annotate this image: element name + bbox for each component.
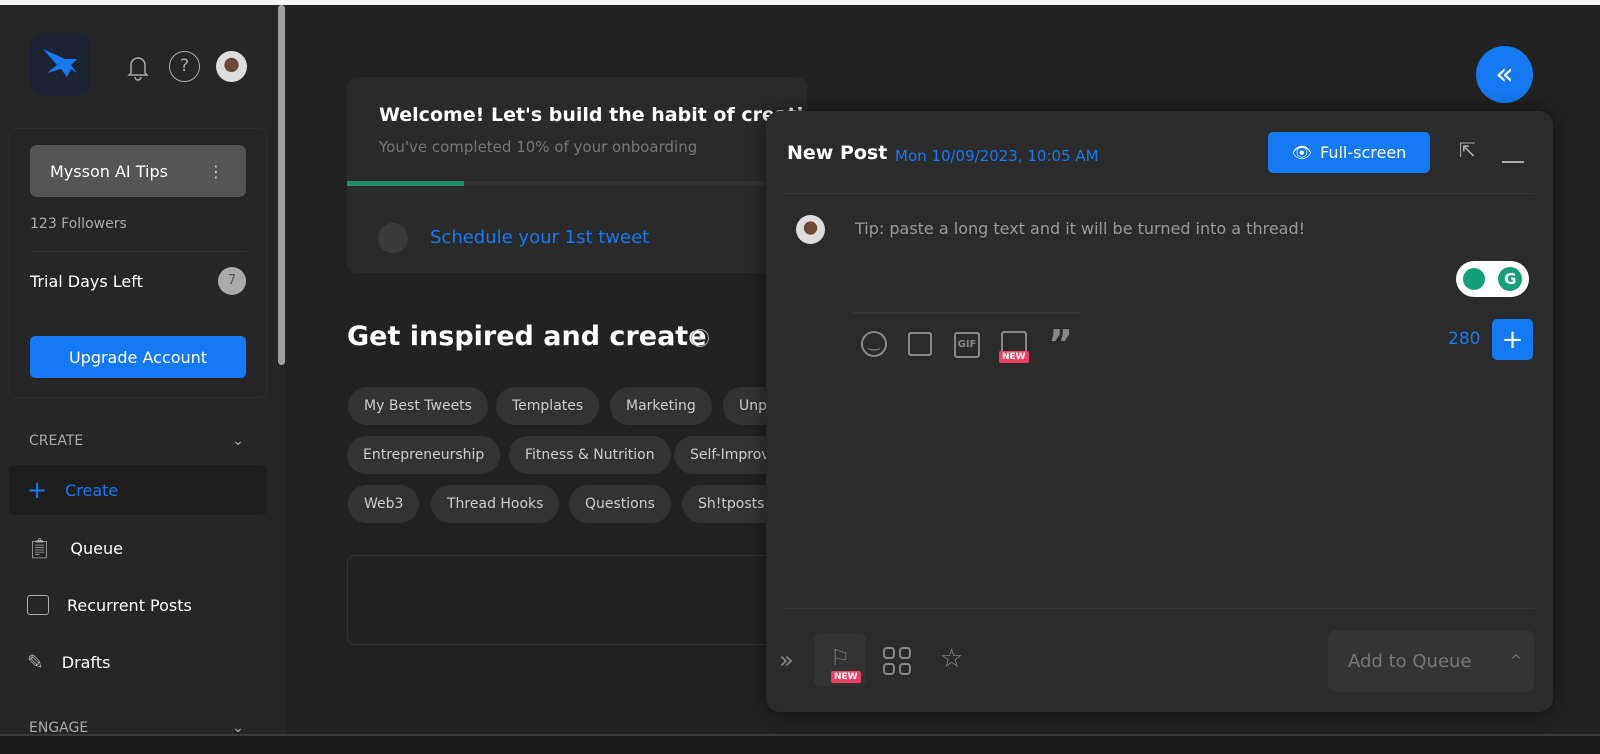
task-checkbox[interactable] xyxy=(378,223,408,253)
lightbulb-icon xyxy=(1462,268,1485,290)
grammarly-icon: G xyxy=(1498,267,1523,291)
category-chip[interactable]: Fitness & Nutrition xyxy=(509,436,671,474)
app-logo[interactable] xyxy=(30,33,91,96)
divider xyxy=(853,312,1081,314)
onboarding-title: Welcome! Let's build the habit of creati xyxy=(379,104,804,126)
category-chip[interactable]: Thread Hooks xyxy=(431,485,560,523)
schedule-tweet-task[interactable]: Schedule your 1st tweet xyxy=(430,227,649,248)
clipboard-check-icon: 📋︎ xyxy=(27,536,53,560)
avatar[interactable] xyxy=(216,51,247,82)
inspire-title: Get inspired and create xyxy=(347,321,707,352)
info-icon[interactable]: i xyxy=(691,329,709,347)
calendar-icon xyxy=(27,595,49,615)
emoji-icon[interactable]: ‿ xyxy=(861,331,887,357)
minimize-icon[interactable] xyxy=(1502,161,1524,163)
gif-icon[interactable]: GIF xyxy=(954,332,980,358)
trial-days-badge: 7 xyxy=(218,267,246,295)
onboarding-progress xyxy=(347,181,807,186)
post-text-input[interactable]: Tip: paste a long text and it will be tu… xyxy=(855,219,1305,238)
content-box xyxy=(347,555,787,645)
eye-icon: 👁︎ xyxy=(1291,143,1312,162)
sidebar-item-label: Queue xyxy=(70,538,123,558)
section-label: CREATE xyxy=(29,433,84,449)
quote-icon[interactable]: ” xyxy=(1048,325,1073,363)
onboarding-subtitle: You've completed 10% of your onboarding xyxy=(379,138,698,156)
sidebar-item-label: Create xyxy=(65,480,119,500)
sidebar-item-create[interactable]: + Create xyxy=(9,465,267,515)
help-icon[interactable]: ? xyxy=(169,51,200,82)
trial-label: Trial Days Left xyxy=(30,272,143,291)
new-badge: NEW xyxy=(999,351,1029,363)
grammarly-widget[interactable]: G xyxy=(1456,261,1529,297)
sidebar-scrollbar[interactable] xyxy=(278,5,285,365)
category-chip[interactable]: My Best Tweets xyxy=(348,387,488,425)
chevrons-right-icon[interactable]: » xyxy=(779,646,794,674)
collapse-panel-button[interactable]: « xyxy=(1476,46,1533,103)
character-count: 280 xyxy=(1448,329,1481,349)
window-bottom-edge xyxy=(0,734,1600,754)
avatar xyxy=(796,215,825,244)
plus-icon: + xyxy=(1501,324,1524,355)
sidebar-item-label: Drafts xyxy=(61,652,111,672)
add-tweet-button[interactable]: + xyxy=(1492,319,1533,360)
bird-logo-icon xyxy=(42,48,77,77)
button-label: Add to Queue xyxy=(1348,650,1472,672)
upgrade-account-button[interactable]: Upgrade Account xyxy=(30,336,246,378)
account-name: Mysson AI Tips xyxy=(50,161,168,181)
star-icon[interactable]: ☆ xyxy=(940,644,963,674)
chevron-up-icon[interactable]: ^ xyxy=(1510,653,1522,669)
panel-title: New Post xyxy=(787,142,888,164)
create-section-toggle[interactable]: CREATE ⌄ xyxy=(29,433,244,449)
edit-icon: ✎ xyxy=(27,650,44,674)
divider xyxy=(784,193,1534,194)
onboarding-card: Welcome! Let's build the habit of creati… xyxy=(347,77,807,273)
pop-out-icon[interactable]: ⇱ xyxy=(1459,138,1476,162)
new-badge: NEW xyxy=(831,671,861,683)
category-chip[interactable]: Entrepreneurship xyxy=(347,436,501,474)
progress-fill xyxy=(347,181,464,186)
category-chip[interactable]: Questions xyxy=(569,485,671,523)
button-label: Full-screen xyxy=(1319,143,1407,162)
sidebar-item-label: Recurrent Posts xyxy=(67,595,192,615)
divider xyxy=(30,251,246,252)
followers-count: 123 Followers xyxy=(30,216,127,232)
divider xyxy=(784,608,1534,609)
plus-icon: + xyxy=(27,476,48,504)
image-icon[interactable] xyxy=(908,332,932,356)
bell-icon[interactable] xyxy=(125,53,151,85)
full-screen-button[interactable]: 👁︎ Full-screen xyxy=(1268,132,1430,173)
sidebar-item-recurrent-posts[interactable]: Recurrent Posts xyxy=(9,580,267,630)
category-chip[interactable]: Web3 xyxy=(348,485,420,523)
add-to-queue-button[interactable]: Add to Queue ^ xyxy=(1328,630,1534,692)
new-post-panel: New Post Mon 10/09/2023, 10:05 AM 👁︎ Full… xyxy=(766,111,1553,712)
sidebar-item-queue[interactable]: 📋︎ Queue xyxy=(9,523,267,573)
chevrons-left-icon: « xyxy=(1495,57,1514,92)
more-vertical-icon[interactable]: ⋮ xyxy=(208,162,224,181)
grid-icon[interactable] xyxy=(883,647,911,675)
sidebar-item-drafts[interactable]: ✎ Drafts xyxy=(9,637,267,687)
chevron-down-icon: ⌄ xyxy=(232,433,244,449)
post-datetime[interactable]: Mon 10/09/2023, 10:05 AM xyxy=(895,147,1099,165)
category-chip[interactable]: Templates xyxy=(496,387,600,425)
category-chip[interactable]: Marketing xyxy=(610,387,712,425)
account-switcher[interactable]: Mysson AI Tips ⋮ xyxy=(30,145,246,197)
